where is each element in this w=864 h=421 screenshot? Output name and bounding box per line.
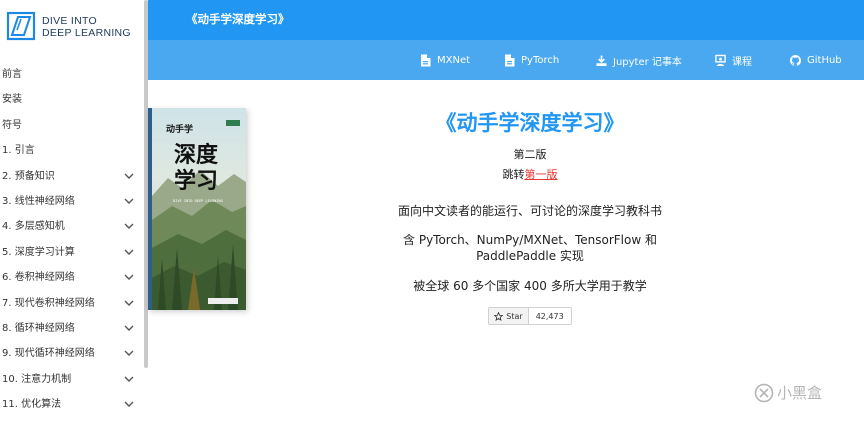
sidebar-item-label: 10. 注意力机制	[2, 373, 72, 385]
book-title-line-2: 学习	[174, 168, 218, 194]
frameworks-text: 含 PyTorch、NumPy/MXNet、TensorFlow 和 Paddl…	[310, 232, 750, 264]
github-label: GitHub	[807, 54, 842, 66]
github-star-label: Star	[506, 311, 523, 321]
pytorch-label: PyTorch	[521, 54, 560, 66]
sidebar-item-cnn[interactable]: 6. 卷积神经网络	[0, 265, 144, 290]
logo-book-icon	[6, 11, 36, 41]
hero-title: 《动手学深度学习》	[435, 111, 625, 135]
sidebar-item-label: 9. 现代循环神经网络	[2, 348, 95, 360]
course-link[interactable]: 课程	[715, 40, 752, 80]
github-star-widget: Star 42,473	[488, 307, 572, 325]
jupyter-link[interactable]: Jupyter 记事本	[596, 40, 682, 80]
watermark-text: 小黑盒	[777, 384, 823, 402]
sidebar-item-modern-cnn[interactable]: 7. 现代卷积神经网络	[0, 291, 144, 316]
mxnet-label: MXNet	[437, 54, 471, 66]
course-label: 课程	[732, 56, 752, 68]
chevron-down-icon[interactable]	[124, 325, 134, 332]
watermark: 小黑盒	[754, 382, 822, 403]
page: DIVE INTO DEEP LEARNING 前言 安装 符号 1. 引言 2…	[0, 0, 864, 421]
frameworks-line-2: PaddlePaddle 实现	[476, 249, 584, 263]
download-icon	[596, 54, 607, 66]
github-star-count[interactable]: 42,473	[528, 308, 571, 324]
sidebar-item-preliminaries[interactable]: 2. 预备知识	[0, 164, 144, 189]
chevron-down-icon[interactable]	[124, 350, 134, 357]
sidebar-item-label: 4. 多层感知机	[2, 221, 65, 233]
pdf-file-icon	[505, 54, 515, 66]
book-title-line-1: 深度	[174, 142, 219, 168]
sidebar-item-mlp[interactable]: 4. 多层感知机	[0, 214, 144, 239]
top-toolbar: MXNet PyTorch Jupyter 记事本 课程 GitHub	[148, 40, 864, 80]
chevron-down-icon[interactable]	[124, 223, 134, 230]
sidebar-item-preface[interactable]: 前言	[0, 62, 144, 87]
pytorch-link[interactable]: PyTorch	[504, 40, 559, 80]
chevron-down-icon[interactable]	[124, 274, 134, 281]
sidebar-item-rnn[interactable]: 8. 循环神经网络	[0, 316, 144, 341]
logo-text: DIVE INTO DEEP LEARNING	[42, 15, 131, 39]
sidebar-item-label: 符号	[2, 119, 22, 131]
sidebar-item-label: 1. 引言	[2, 145, 35, 157]
usage-text: 被全球 60 多个国家 400 多所大学用于教学	[413, 279, 647, 293]
sidebar-item-introduction[interactable]: 1. 引言	[0, 138, 144, 163]
mxnet-link[interactable]: MXNet	[420, 40, 470, 80]
sidebar-item-label: 3. 线性神经网络	[2, 195, 75, 207]
pdf-file-icon	[421, 54, 431, 66]
book-series-mark: 动手学	[166, 123, 193, 135]
chevron-down-icon[interactable]	[124, 173, 134, 180]
book-cover-image[interactable]: 动手学 深度 学习 DIVE INTO DEEP LEARNING	[148, 108, 246, 310]
first-edition-link[interactable]: 第一版	[525, 168, 558, 181]
sidebar-item-label: 安装	[2, 94, 22, 106]
sidebar: DIVE INTO DEEP LEARNING 前言 安装 符号 1. 引言 2…	[0, 0, 148, 421]
chevron-down-icon[interactable]	[124, 401, 134, 408]
sidebar-item-label: 7. 现代卷积神经网络	[2, 297, 95, 309]
logo-line-2: DEEP LEARNING	[42, 27, 131, 39]
sidebar-item-label: 2. 预备知识	[2, 170, 55, 182]
github-star-button[interactable]: Star	[489, 308, 529, 324]
chevron-down-icon[interactable]	[124, 300, 134, 307]
github-link[interactable]: GitHub	[790, 40, 842, 80]
teacher-icon	[715, 54, 726, 66]
sidebar-item-label: 前言	[2, 69, 22, 80]
sidebar-item-optimization[interactable]: 11. 优化算法	[0, 392, 144, 417]
jupyter-label: Jupyter 记事本	[613, 56, 682, 68]
hero-tagline: 面向中文读者的能运行、可讨论的深度学习教科书	[397, 204, 662, 218]
sidebar-item-label: 11. 优化算法	[2, 399, 62, 411]
jump-prefix: 跳转	[502, 168, 525, 181]
logo-line-1: DIVE INTO	[42, 15, 98, 27]
sidebar-nav: 前言 安装 符号 1. 引言 2. 预备知识 3. 线性神经网络 4. 多层感知…	[0, 62, 144, 417]
sidebar-item-label: 6. 卷积神经网络	[2, 272, 75, 284]
hero: 《动手学深度学习》 第二版 跳转第一版 面向中文读者的能运行、可讨论的深度学习教…	[310, 108, 750, 325]
header-title[interactable]: 《动手学深度学习》	[186, 11, 290, 27]
sidebar-item-install[interactable]: 安装	[0, 87, 144, 112]
sidebar-item-linear-networks[interactable]: 3. 线性神经网络	[0, 189, 144, 214]
sidebar-item-notation[interactable]: 符号	[0, 113, 144, 138]
sidebar-item-computation[interactable]: 5. 深度学习计算	[0, 240, 144, 265]
sidebar-item-label: 8. 循环神经网络	[2, 322, 75, 334]
chevron-down-icon[interactable]	[124, 249, 134, 256]
book-dive-text: DIVE INTO DEEP LEARNING	[173, 199, 223, 203]
xiaoheihe-logo-icon	[754, 383, 774, 402]
sidebar-item-label: 5. 深度学习计算	[2, 246, 75, 258]
frameworks-line-1: 含 PyTorch、NumPy/MXNet、TensorFlow 和	[403, 233, 657, 247]
edition-label: 第二版	[513, 148, 547, 161]
chevron-down-icon[interactable]	[124, 376, 134, 383]
jump-line: 跳转第一版	[310, 166, 750, 182]
site-logo[interactable]: DIVE INTO DEEP LEARNING	[6, 9, 142, 43]
sidebar-item-modern-rnn[interactable]: 9. 现代循环神经网络	[0, 341, 144, 366]
star-icon	[494, 311, 504, 321]
top-header: 《动手学深度学习》	[148, 0, 864, 40]
sidebar-item-attention[interactable]: 10. 注意力机制	[0, 367, 144, 392]
chevron-down-icon[interactable]	[124, 198, 134, 205]
github-icon	[790, 54, 801, 66]
